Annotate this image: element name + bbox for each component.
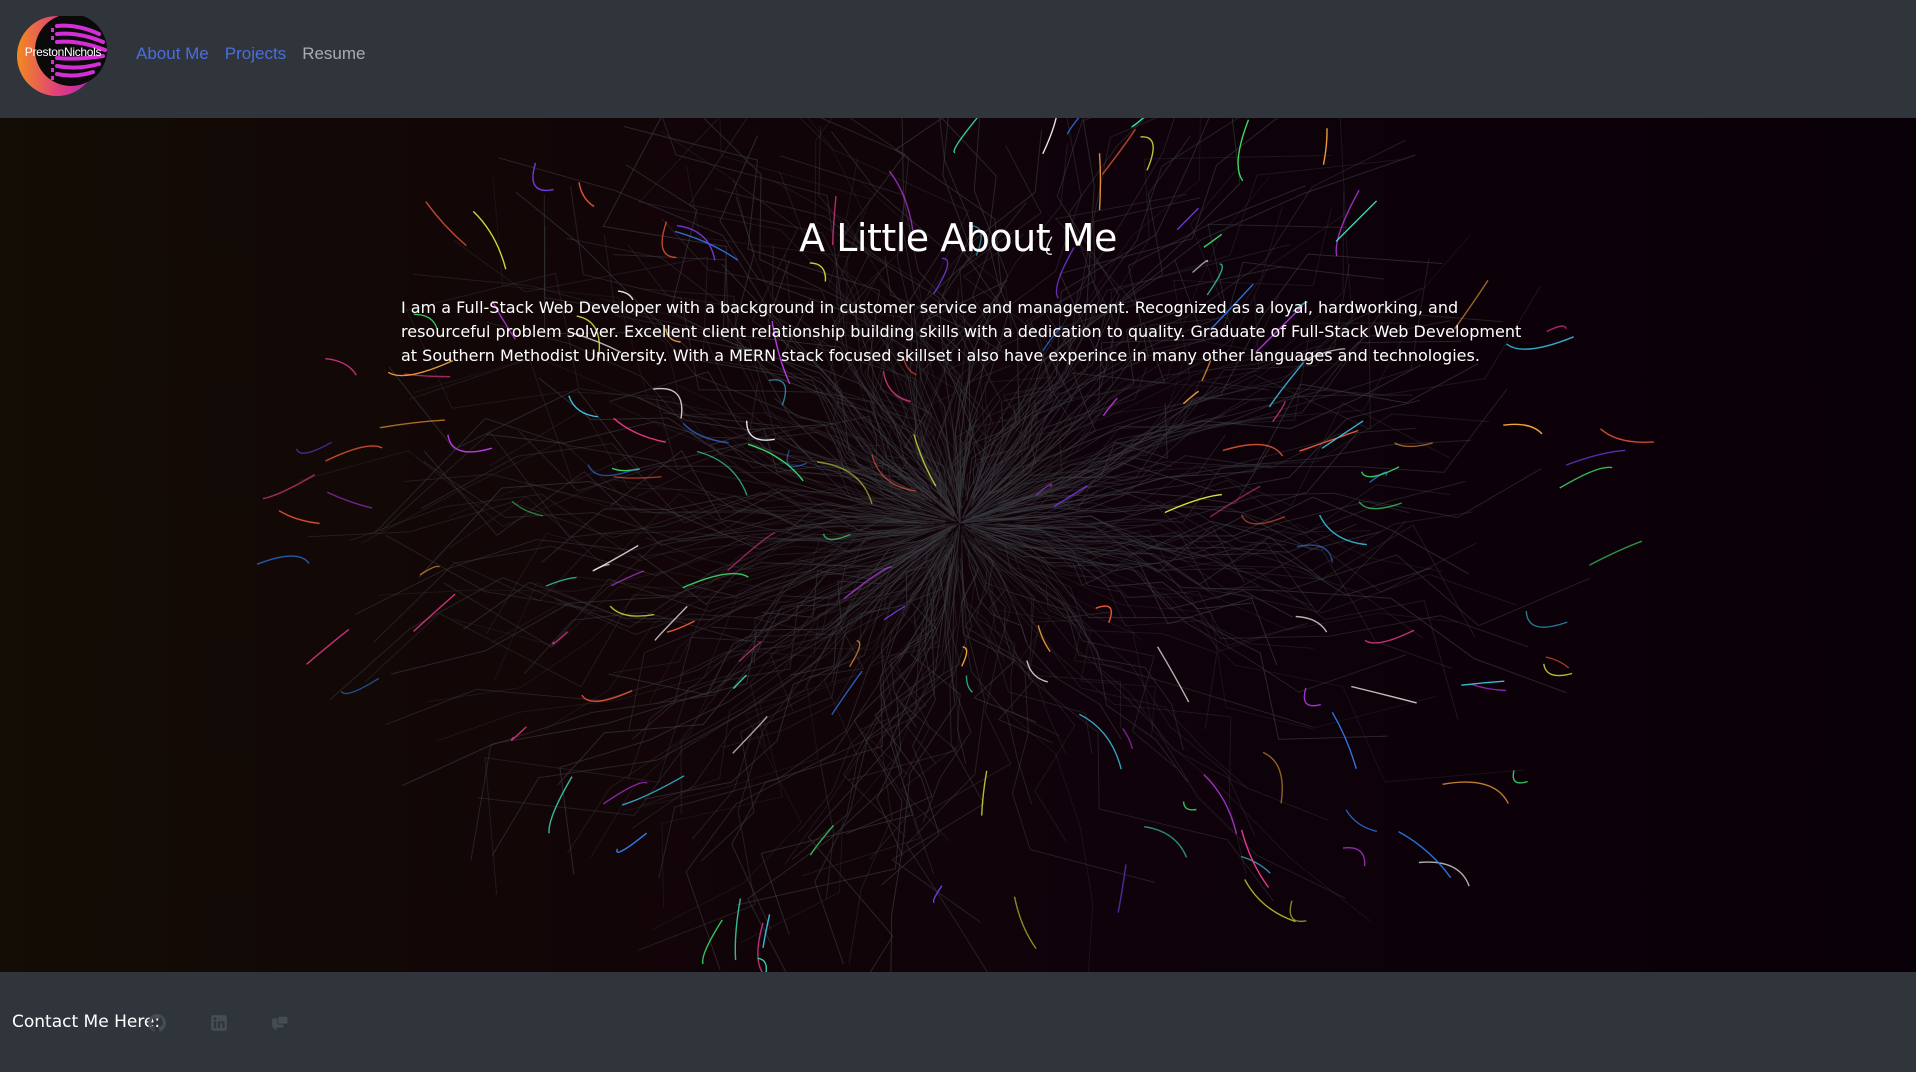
navbar: PrestonNichols About Me Projects Resume [0, 0, 1916, 118]
particle-head [1117, 864, 1127, 913]
particle-head [1289, 900, 1307, 923]
particle-head [1098, 153, 1102, 211]
nav-about-me-link[interactable]: About Me [136, 44, 209, 64]
particle-head [1295, 615, 1328, 633]
particle-head [1461, 680, 1505, 686]
particle-head [1559, 466, 1613, 489]
email-icon[interactable] [271, 1014, 289, 1032]
particle-head [295, 441, 333, 454]
particle-head [326, 491, 373, 509]
nav-projects-link[interactable]: Projects [225, 44, 286, 64]
particle-head [340, 677, 380, 695]
nav-links: About Me Projects Resume [136, 44, 366, 64]
particle-head [1013, 896, 1037, 950]
logo[interactable]: PrestonNichols [17, 14, 107, 96]
particle-head [325, 445, 383, 462]
particle-head [1322, 128, 1328, 165]
particle-head [1144, 826, 1188, 858]
particle-head [1342, 846, 1366, 867]
particle-head [613, 476, 662, 479]
particle-head [278, 510, 320, 525]
particle-head [1351, 685, 1417, 704]
particle-head [1503, 423, 1543, 435]
particle-head [734, 898, 742, 961]
particle-head [379, 419, 445, 429]
particle-head [1566, 449, 1626, 466]
particle-head [1182, 801, 1197, 811]
particle-head [1418, 861, 1470, 887]
particle-head [1244, 879, 1296, 923]
particle-head [1546, 325, 1568, 333]
particle-head [578, 182, 595, 207]
particle-head [1296, 544, 1334, 563]
page-title: A Little About Me [799, 216, 1117, 260]
particle-head [654, 605, 688, 641]
particle-trail [987, 546, 1346, 899]
about-paragraph: I am a Full-Stack Web Developer with a b… [401, 298, 1522, 365]
particle-head [1589, 540, 1643, 566]
particle-trail [418, 480, 928, 578]
particle-trail [801, 564, 953, 877]
particle-head [1471, 683, 1506, 692]
particle-head [768, 379, 787, 406]
particle-head [1600, 428, 1654, 443]
particle-trail [613, 254, 937, 499]
particle-head [1321, 420, 1364, 449]
particle-head [548, 776, 573, 834]
particle-head [1156, 646, 1190, 703]
contact-label: Contact Me Here: [12, 1012, 161, 1032]
particle-trail [961, 535, 1094, 972]
particle-trail [961, 534, 1033, 805]
particle-head [1331, 711, 1357, 769]
hero-section: A Little About Me I am a Full-Stack Web … [0, 118, 1916, 972]
particle-head [532, 162, 554, 192]
particle-trail [971, 529, 1388, 740]
particle-head [1122, 728, 1134, 749]
particle-head [1042, 118, 1057, 155]
particle-head [733, 674, 747, 689]
particle-head [1303, 687, 1321, 707]
nav-resume-link[interactable]: Resume [302, 44, 365, 64]
logo-text: PrestonNichols [24, 45, 102, 59]
particle-head [1398, 830, 1452, 879]
linkedin-icon[interactable] [210, 1014, 228, 1032]
particle-trail [970, 528, 1526, 783]
particle-trail [436, 545, 910, 742]
particle-head [965, 675, 973, 693]
particle-head [1345, 809, 1377, 833]
particle-head [616, 832, 648, 853]
particle-head [1442, 781, 1509, 804]
particle-trail [970, 529, 1218, 730]
particle-head [1545, 656, 1570, 669]
particle-head [1140, 136, 1154, 171]
particle-head [306, 628, 350, 665]
particle-head [413, 593, 456, 632]
particle-head [256, 555, 310, 565]
particle-trail [993, 531, 1459, 721]
particle-head [1543, 663, 1573, 677]
particle-head [981, 770, 988, 816]
particle-head [1237, 119, 1250, 182]
footer: Contact Me Here: [0, 972, 1916, 1072]
particle-head [325, 358, 357, 376]
particle-head [1512, 770, 1528, 784]
particle-head [831, 670, 863, 715]
particle-trail [973, 539, 1329, 821]
github-icon[interactable] [148, 1014, 166, 1032]
particle-head [1525, 610, 1568, 628]
particle-head [613, 417, 666, 443]
particle-trail [973, 537, 1189, 783]
particle-head [1066, 118, 1080, 135]
